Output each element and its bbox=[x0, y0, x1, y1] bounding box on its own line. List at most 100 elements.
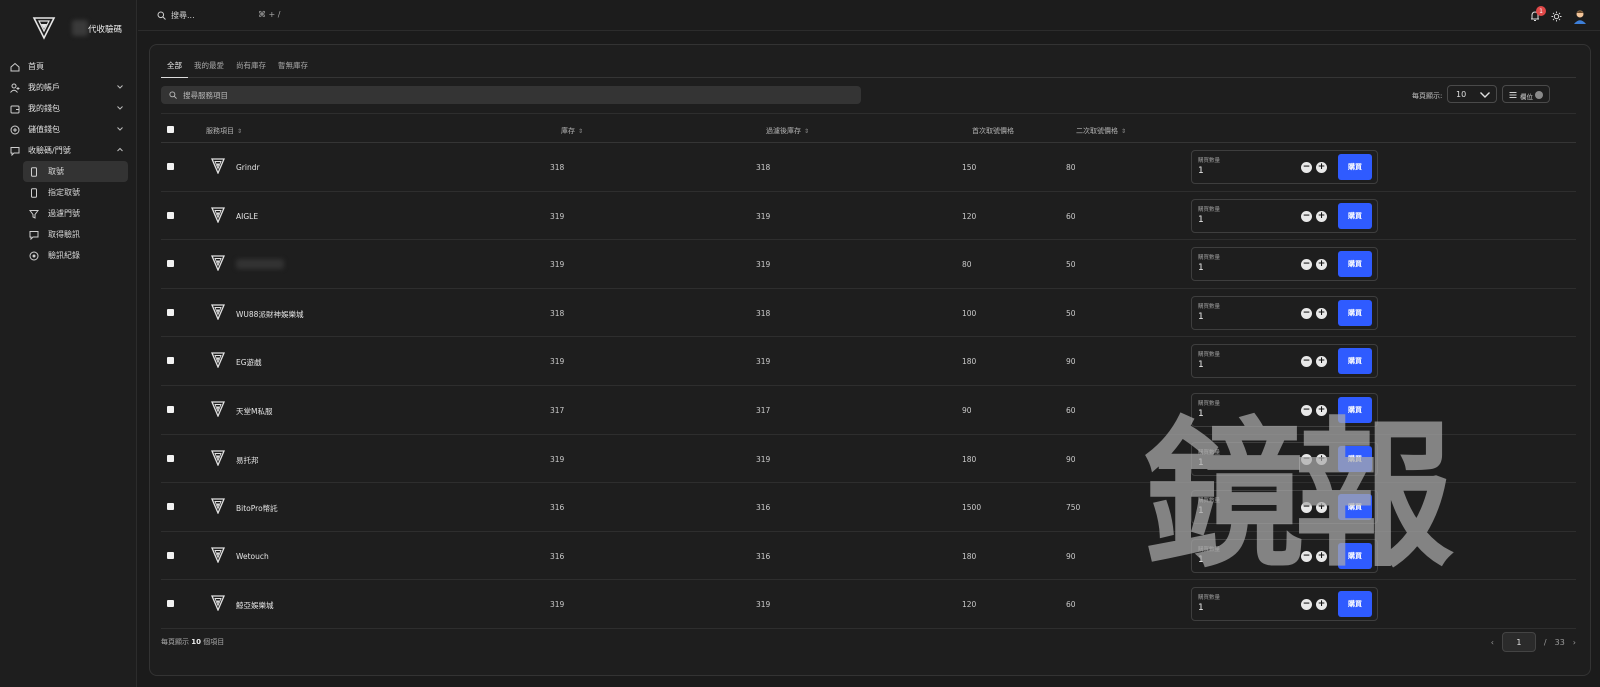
next-page-icon[interactable]: › bbox=[1573, 638, 1576, 647]
plus-icon[interactable]: + bbox=[1316, 162, 1327, 173]
quantity-label: 購買數量 bbox=[1198, 449, 1221, 456]
row-checkbox[interactable] bbox=[167, 454, 174, 462]
header-filtered-stock[interactable]: 過濾後庫存 ⇕ bbox=[766, 126, 809, 136]
sidebar-item-sms[interactable]: 收驗碼/門號 bbox=[0, 140, 137, 161]
service-name: AIGLE bbox=[236, 211, 259, 221]
wallet-icon bbox=[10, 104, 20, 114]
row-checkbox[interactable] bbox=[167, 260, 174, 268]
avatar[interactable] bbox=[1572, 8, 1588, 24]
second-price-value: 60 bbox=[1066, 600, 1076, 610]
tab-out-of-stock[interactable]: 暫無庫存 bbox=[272, 45, 314, 78]
notification-button[interactable]: 1 bbox=[1529, 6, 1546, 22]
buy-button[interactable]: 購買 bbox=[1338, 299, 1372, 326]
row-checkbox[interactable] bbox=[167, 551, 174, 559]
plus-icon[interactable]: + bbox=[1316, 404, 1327, 416]
plus-icon[interactable]: + bbox=[1316, 259, 1327, 271]
first-price-value: 1500 bbox=[962, 503, 982, 513]
columns-button[interactable]: 欄位 bbox=[1502, 85, 1550, 103]
tab-in-stock[interactable]: 尚有庫存 bbox=[230, 45, 272, 78]
row-checkbox[interactable] bbox=[167, 163, 174, 170]
plus-icon[interactable]: + bbox=[1316, 356, 1327, 368]
quantity-value[interactable]: 1 bbox=[1198, 166, 1204, 176]
quantity-value[interactable]: 1 bbox=[1198, 506, 1204, 516]
buy-button[interactable]: 購買 bbox=[1338, 348, 1372, 375]
row-checkbox[interactable] bbox=[167, 600, 174, 608]
home-icon bbox=[10, 62, 20, 72]
buy-button[interactable]: 購買 bbox=[1338, 591, 1372, 618]
sidebar-subitem-specified-number[interactable]: 指定取號 bbox=[23, 182, 128, 203]
quantity-stepper: 購買數量 1 − + 購買 bbox=[1191, 344, 1378, 379]
quantity-value[interactable]: 1 bbox=[1198, 409, 1204, 419]
quantity-stepper: 購買數量 1 − + 購買 bbox=[1191, 587, 1378, 622]
filtered-stock-value: 317 bbox=[756, 405, 771, 415]
header-service[interactable]: 服務項目 ⇕ bbox=[206, 126, 242, 136]
minus-icon[interactable]: − bbox=[1301, 356, 1312, 368]
minus-icon[interactable]: − bbox=[1301, 502, 1312, 514]
sidebar-subitem-get-sms[interactable]: 取得驗訊 bbox=[23, 224, 128, 245]
minus-icon[interactable]: − bbox=[1301, 259, 1312, 271]
first-price-value: 180 bbox=[962, 551, 977, 561]
sidebar-subitem-sms-record[interactable]: 驗訊紀錄 bbox=[23, 245, 128, 266]
quantity-value[interactable]: 1 bbox=[1198, 458, 1204, 468]
global-search-input[interactable]: 搜尋... bbox=[171, 10, 195, 21]
page-input[interactable]: 1 bbox=[1501, 632, 1536, 652]
plus-icon[interactable]: + bbox=[1316, 550, 1327, 562]
quantity-value[interactable]: 1 bbox=[1198, 215, 1204, 225]
prev-page-icon[interactable]: ‹ bbox=[1491, 638, 1494, 647]
quantity-value[interactable]: 1 bbox=[1198, 263, 1204, 273]
quantity-value[interactable]: 1 bbox=[1198, 603, 1204, 613]
tab-favorites[interactable]: 我的最愛 bbox=[188, 45, 230, 78]
filtered-stock-value: 319 bbox=[756, 211, 771, 221]
buy-button[interactable]: 購買 bbox=[1338, 251, 1372, 278]
service-logo-icon bbox=[211, 401, 225, 417]
buy-button[interactable]: 購買 bbox=[1338, 154, 1372, 180]
minus-icon[interactable]: − bbox=[1301, 162, 1312, 173]
quantity-value[interactable]: 1 bbox=[1198, 360, 1204, 370]
minus-icon[interactable]: − bbox=[1301, 550, 1312, 562]
chevron-up-icon bbox=[117, 147, 123, 152]
sidebar-item-wallet[interactable]: 我的錢包 bbox=[0, 98, 137, 119]
service-search-input[interactable]: 搜尋服務項目 bbox=[161, 86, 861, 104]
service-logo-icon bbox=[211, 352, 225, 369]
minus-icon[interactable]: − bbox=[1301, 453, 1312, 465]
minus-icon[interactable]: − bbox=[1301, 307, 1312, 319]
buy-button[interactable]: 購買 bbox=[1338, 202, 1372, 229]
minus-icon[interactable]: − bbox=[1301, 404, 1312, 416]
plus-icon[interactable]: + bbox=[1316, 453, 1327, 465]
sidebar-subitem-filter-number[interactable]: 過濾門號 bbox=[23, 203, 128, 224]
quantity-value[interactable]: 1 bbox=[1198, 555, 1204, 565]
minus-icon[interactable]: − bbox=[1301, 599, 1312, 611]
table-row: EG遊戲 319 319 180 90 購買數量 1 − + 購買 bbox=[161, 337, 1576, 386]
plus-icon[interactable]: + bbox=[1316, 307, 1327, 319]
sidebar-subitem-get-number[interactable]: 取號 bbox=[23, 161, 128, 182]
buy-button[interactable]: 購買 bbox=[1338, 494, 1372, 521]
sort-icon: ⇕ bbox=[1121, 128, 1127, 135]
header-second-price[interactable]: 二次取號價格 ⇕ bbox=[1076, 126, 1126, 136]
footer-info: 每頁顯示 10 個項目 bbox=[161, 637, 224, 647]
minus-icon[interactable]: − bbox=[1301, 210, 1312, 222]
row-checkbox[interactable] bbox=[167, 503, 174, 511]
brand[interactable]: 代收驗碼 bbox=[0, 14, 137, 44]
row-checkbox[interactable] bbox=[167, 211, 174, 219]
sidebar-item-topup[interactable]: 儲值錢包 bbox=[0, 119, 137, 140]
buy-button[interactable]: 購買 bbox=[1338, 445, 1372, 472]
sidebar-item-account[interactable]: 我的帳戶 bbox=[0, 77, 137, 98]
row-checkbox[interactable] bbox=[167, 405, 174, 413]
buy-button[interactable]: 購買 bbox=[1338, 542, 1372, 569]
sidebar-item-home[interactable]: 首頁 bbox=[0, 56, 137, 77]
plus-icon[interactable]: + bbox=[1316, 210, 1327, 222]
perpage-select[interactable]: 10 bbox=[1447, 85, 1497, 103]
quantity-value[interactable]: 1 bbox=[1198, 312, 1204, 322]
notification-badge: 1 bbox=[1536, 6, 1546, 16]
row-checkbox[interactable] bbox=[167, 357, 174, 365]
row-checkbox[interactable] bbox=[167, 308, 174, 316]
sun-icon[interactable] bbox=[1551, 11, 1562, 22]
tab-all[interactable]: 全部 bbox=[161, 45, 188, 78]
second-price-value: 60 bbox=[1066, 405, 1076, 415]
buy-button[interactable]: 購買 bbox=[1338, 396, 1372, 423]
plus-icon[interactable]: + bbox=[1316, 502, 1327, 514]
filtered-stock-value: 319 bbox=[756, 260, 771, 270]
header-stock[interactable]: 庫存 ⇕ bbox=[561, 126, 583, 136]
plus-icon[interactable]: + bbox=[1316, 599, 1327, 611]
select-all-checkbox[interactable] bbox=[167, 126, 174, 133]
